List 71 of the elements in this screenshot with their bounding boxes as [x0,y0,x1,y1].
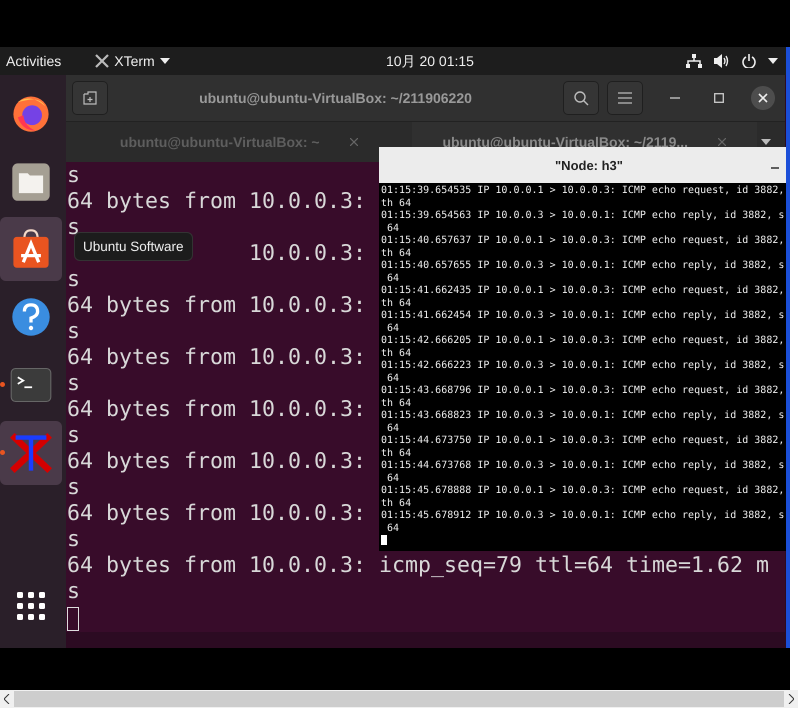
terminal-line: 64 [386,272,400,285]
terminal-line: 01:15:39.654535 IP 10.0.0.1 > 10.0.0.3: ICMP echo request, id 3882, [381,185,784,198]
terminal-line: 01:15:43.668796 IP 10.0.0.1 > 10.0.0.3: ICMP echo request, id 3882, [381,385,784,398]
app-grid-icon[interactable] [15,590,47,622]
terminal-line: s [67,267,80,293]
terminal-line: 01:15:42.666223 IP 10.0.0.3 > 10.0.0.1: ICMP echo reply, id 3882, s [381,360,784,372]
minimize-icon [670,97,680,100]
search-button[interactable] [563,81,599,116]
terminal-line: 01:15:45.678888 IP 10.0.0.1 > 10.0.0.3: ICMP echo request, id 3882, [381,485,784,498]
app-menu[interactable]: XTerm [95,53,170,69]
terminal-line: 64 [386,372,400,385]
terminal-line: 64 [386,422,400,435]
terminal-line: s [67,371,80,397]
terminal-line: th 64 [381,298,412,310]
new-tab-button[interactable] [72,81,108,116]
terminal-line: 64 bytes from 10.0.0.3: [67,189,366,215]
dock-item[interactable] [0,217,62,281]
terminal-line: th 64 [381,348,412,360]
terminal-line: th 64 [381,248,412,260]
window-title: ubuntu@ubuntu-VirtualBox: ~/211906220 [198,90,473,106]
terminal-line: 64 bytes from 10.0.0.3: [67,293,366,319]
terminal-line: s [67,579,80,605]
terminal-line: th 64 [381,198,412,210]
terminal-line: 01:15:41.662435 IP 10.0.0.1 > 10.0.0.3: ICMP echo request, id 3882, [381,285,784,298]
cursor [67,607,79,631]
terminal-line: s [67,527,80,553]
terminal-line: 01:15:45.678912 IP 10.0.0.3 > 10.0.0.1: ICMP echo reply, id 3882, s [381,510,784,522]
terminal-line: s [67,475,80,501]
terminal-line: 64 bytes from 10.0.0.3: [67,501,366,527]
power-icon[interactable] [742,54,756,68]
x-logo-icon [95,54,110,68]
terminal-line: th 64 [381,448,412,460]
terminal-line: 01:15:40.657637 IP 10.0.0.1 > 10.0.0.3: ICMP echo request, id 3882, [381,235,784,248]
terminal-line: 64 bytes from 10.0.0.3: icmp_seq=79 ttl=64 time=1.62 m [67,553,770,579]
terminal-line: 01:15:41.662454 IP 10.0.0.3 > 10.0.0.1: ICMP echo reply, id 3882, s [381,310,784,322]
scrollbar[interactable] [0,690,798,708]
menu-icon [618,92,632,104]
terminal-line: 01:15:40.657655 IP 10.0.0.3 > 10.0.0.1: ICMP echo reply, id 3882, s [381,260,784,272]
volume-icon[interactable] [714,54,730,68]
terminal-line: 64 [386,322,400,335]
terminal-line: th 64 [381,398,412,410]
new-tab-icon [83,91,97,106]
terminal-line: s [67,163,80,189]
caret-icon[interactable] [768,58,778,64]
terminal-line: th 64 [381,498,412,510]
caret-icon [160,58,170,64]
terminal-line: 01:15:42.666205 IP 10.0.0.1 > 10.0.0.3: ICMP echo request, id 3882, [381,335,784,348]
terminal-line: s [67,423,80,449]
terminal-line: 64 bytes from 10.0.0.3: [67,345,366,371]
activities-button[interactable]: Activities [6,53,62,69]
terminal-line: 01:15:43.668823 IP 10.0.0.3 > 10.0.0.1: ICMP echo reply, id 3882, s [381,410,784,422]
terminal-line: s [67,319,80,345]
maximize-icon [714,93,724,104]
terminal-line: 64 [386,472,400,485]
close-button[interactable] [751,86,775,110]
minimize-icon[interactable] [771,167,779,169]
close-icon [758,93,768,104]
close-icon[interactable] [350,138,358,146]
terminal-line: 10.0.0.3: [249,241,366,267]
terminal-line: 64 bytes from 10.0.0.3: [67,449,366,475]
network-icon[interactable] [686,54,702,68]
terminal-line: 64 bytes from 10.0.0.3: [67,397,366,423]
menu-button[interactable] [607,81,643,116]
cursor [381,535,387,545]
search-icon [573,90,589,106]
terminal-line: 64 [386,522,400,535]
terminal-line: 64 [386,222,400,235]
terminal-line: 01:15:44.673750 IP 10.0.0.1 > 10.0.0.3: ICMP echo request, id 3882, [381,435,784,448]
clock[interactable]: 10月 20 01:15 [386,53,474,71]
terminal-line: 01:15:39.654563 IP 10.0.0.3 > 10.0.0.1: ICMP echo reply, id 3882, s [381,210,784,222]
terminal-line: 01:15:44.673768 IP 10.0.0.3 > 10.0.0.1: ICMP echo reply, id 3882, s [381,460,784,472]
